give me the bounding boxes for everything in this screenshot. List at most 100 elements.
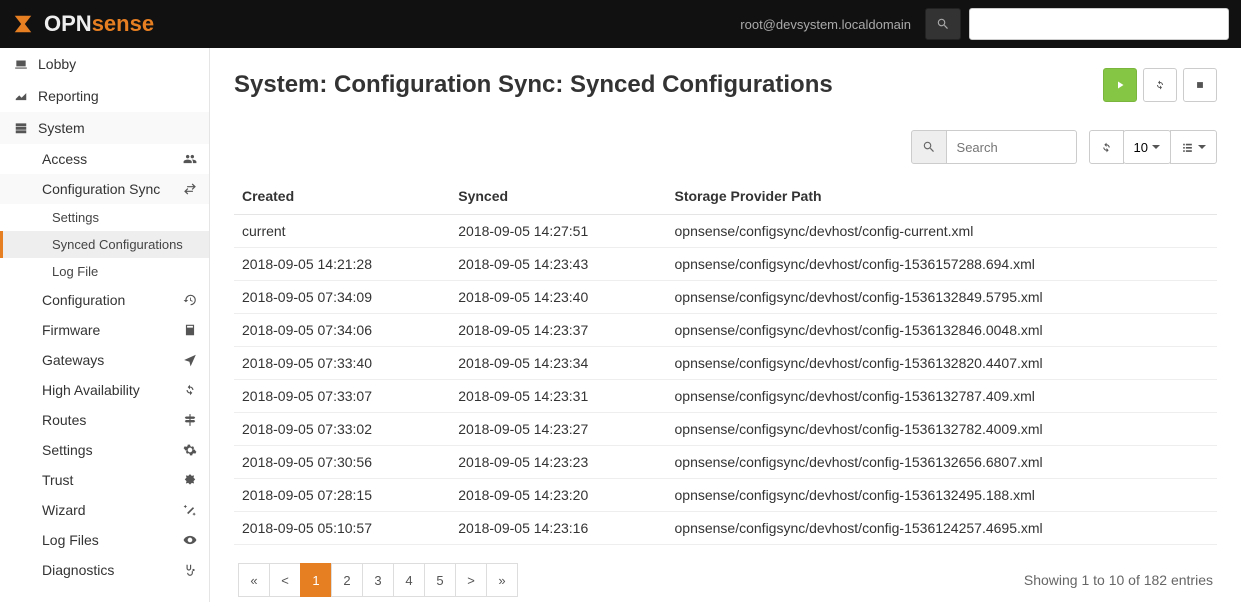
nav-label: Trust <box>42 472 73 488</box>
search-icon <box>922 140 936 154</box>
page-size-select[interactable]: 10 <box>1123 130 1171 164</box>
certificate-icon <box>183 473 197 487</box>
nav-system-gateways[interactable]: Gateways <box>0 345 209 375</box>
page-button[interactable]: » <box>486 563 518 597</box>
cell-synced: 2018-09-05 14:23:40 <box>450 281 666 314</box>
nav-lobby[interactable]: Lobby <box>0 48 209 80</box>
page-button[interactable]: 1 <box>300 563 332 597</box>
nav-system-configuration[interactable]: Configuration <box>0 285 209 315</box>
table-row[interactable]: 2018-09-05 07:28:152018-09-05 14:23:20op… <box>234 479 1217 512</box>
table-row[interactable]: 2018-09-05 07:34:062018-09-05 14:23:37op… <box>234 314 1217 347</box>
nav-label: Diagnostics <box>42 562 114 578</box>
topbar-search-input[interactable] <box>969 8 1229 40</box>
nav-system-configsync[interactable]: Configuration Sync <box>0 174 209 204</box>
table-row[interactable]: 2018-09-05 07:33:022018-09-05 14:23:27op… <box>234 413 1217 446</box>
table-row[interactable]: 2018-09-05 07:30:562018-09-05 14:23:23op… <box>234 446 1217 479</box>
cell-created: 2018-09-05 07:28:15 <box>234 479 450 512</box>
table-row[interactable]: 2018-09-05 07:33:072018-09-05 14:23:31op… <box>234 380 1217 413</box>
nav-system-trust[interactable]: Trust <box>0 465 209 495</box>
page-title: System: Configuration Sync: Synced Confi… <box>234 71 833 99</box>
cell-created: 2018-09-05 07:33:07 <box>234 380 450 413</box>
nav-label: Routes <box>42 412 86 428</box>
table-refresh-button[interactable] <box>1089 130 1124 164</box>
table-row[interactable]: 2018-09-05 07:34:092018-09-05 14:23:40op… <box>234 281 1217 314</box>
table-row[interactable]: 2018-09-05 14:21:282018-09-05 14:23:43op… <box>234 248 1217 281</box>
table-row[interactable]: 2018-09-05 07:33:402018-09-05 14:23:34op… <box>234 347 1217 380</box>
cell-synced: 2018-09-05 14:23:43 <box>450 248 666 281</box>
nav-label: System <box>38 120 85 136</box>
nav-system-settings[interactable]: Settings <box>0 435 209 465</box>
cell-path: opnsense/configsync/devhost/config-15361… <box>667 512 1218 545</box>
nav-configsync-settings[interactable]: Settings <box>0 204 209 231</box>
laptop-icon <box>12 57 30 71</box>
nav-label: Configuration <box>42 292 125 308</box>
logo[interactable]: OPNsense <box>12 11 154 37</box>
cell-created: 2018-09-05 07:34:09 <box>234 281 450 314</box>
nav-system-logfiles[interactable]: Log Files <box>0 525 209 555</box>
cell-created: 2018-09-05 05:10:57 <box>234 512 450 545</box>
nav-label: Log File <box>52 264 98 279</box>
topbar-search-button[interactable] <box>925 8 961 40</box>
exchange-icon <box>183 182 197 196</box>
cell-synced: 2018-09-05 14:23:23 <box>450 446 666 479</box>
nav-system-firmware[interactable]: Firmware <box>0 315 209 345</box>
table-row[interactable]: current2018-09-05 14:27:51opnsense/confi… <box>234 215 1217 248</box>
cell-synced: 2018-09-05 14:23:37 <box>450 314 666 347</box>
cell-synced: 2018-09-05 14:27:51 <box>450 215 666 248</box>
page-button[interactable]: 2 <box>331 563 363 597</box>
page-button[interactable]: 3 <box>362 563 394 597</box>
nav-reporting[interactable]: Reporting <box>0 80 209 112</box>
page-button[interactable]: < <box>269 563 301 597</box>
cell-path: opnsense/configsync/devhost/config-curre… <box>667 215 1218 248</box>
nav-system-diagnostics[interactable]: Diagnostics <box>0 555 209 585</box>
logo-text-first: OPN <box>44 11 92 36</box>
page-button[interactable]: 4 <box>393 563 425 597</box>
nav-system-access[interactable]: Access <box>0 144 209 174</box>
nav-label: Synced Configurations <box>52 237 183 252</box>
server-icon <box>12 121 30 135</box>
nav-configsync-logfile[interactable]: Log File <box>0 258 209 285</box>
nav-system-routes[interactable]: Routes <box>0 405 209 435</box>
nav-label: High Availability <box>42 382 140 398</box>
main-content: System: Configuration Sync: Synced Confi… <box>210 48 1241 602</box>
columns-select[interactable] <box>1170 130 1217 164</box>
col-synced[interactable]: Synced <box>450 178 666 215</box>
page-button[interactable]: > <box>455 563 487 597</box>
page-button[interactable]: 5 <box>424 563 456 597</box>
cell-synced: 2018-09-05 14:23:16 <box>450 512 666 545</box>
cell-created: current <box>234 215 450 248</box>
cell-created: 2018-09-05 14:21:28 <box>234 248 450 281</box>
reload-button[interactable] <box>1143 68 1177 102</box>
cell-path: opnsense/configsync/devhost/config-15361… <box>667 281 1218 314</box>
col-path[interactable]: Storage Provider Path <box>667 178 1218 215</box>
table-search-input[interactable] <box>947 130 1077 164</box>
nav-configsync-synced[interactable]: Synced Configurations <box>0 231 209 258</box>
nav-label: Lobby <box>38 56 76 72</box>
cell-path: opnsense/configsync/devhost/config-15361… <box>667 314 1218 347</box>
nav-label: Firmware <box>42 322 100 338</box>
run-button[interactable] <box>1103 68 1137 102</box>
nav-label: Reporting <box>38 88 99 104</box>
nav-system[interactable]: System <box>0 112 209 144</box>
table-search-button[interactable] <box>911 130 947 164</box>
col-created[interactable]: Created <box>234 178 450 215</box>
cell-path: opnsense/configsync/devhost/config-15361… <box>667 479 1218 512</box>
cell-created: 2018-09-05 07:33:40 <box>234 347 450 380</box>
page-button[interactable]: « <box>238 563 270 597</box>
nav-label: Log Files <box>42 532 99 548</box>
stethoscope-icon <box>183 563 197 577</box>
stop-button[interactable] <box>1183 68 1217 102</box>
cell-path: opnsense/configsync/devhost/config-15361… <box>667 380 1218 413</box>
history-icon <box>183 293 197 307</box>
cell-synced: 2018-09-05 14:23:31 <box>450 380 666 413</box>
cell-created: 2018-09-05 07:30:56 <box>234 446 450 479</box>
table-row[interactable]: 2018-09-05 05:10:572018-09-05 14:23:16op… <box>234 512 1217 545</box>
nav-system-wizard[interactable]: Wizard <box>0 495 209 525</box>
nav-label: Settings <box>52 210 99 225</box>
refresh-icon <box>183 383 197 397</box>
chart-icon <box>12 89 30 103</box>
nav-system-ha[interactable]: High Availability <box>0 375 209 405</box>
refresh-icon <box>1100 141 1113 154</box>
cell-synced: 2018-09-05 14:23:27 <box>450 413 666 446</box>
nav-label: Gateways <box>42 352 104 368</box>
